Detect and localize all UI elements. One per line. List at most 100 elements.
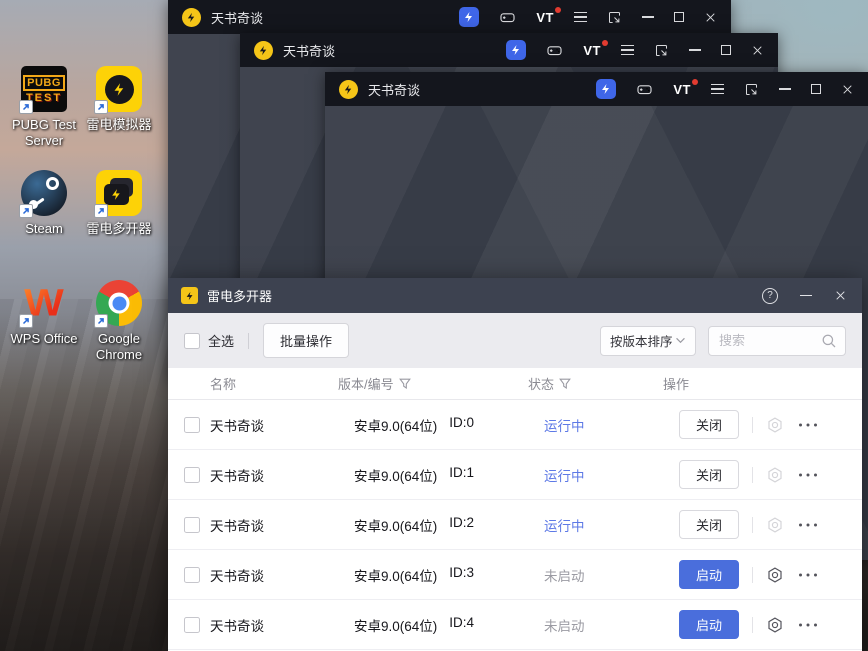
desktop-icon-label: Google Chrome xyxy=(95,331,143,363)
wps-office-icon: W xyxy=(19,280,67,328)
desktop-icon-google-chrome[interactable]: Google Chrome xyxy=(75,280,163,364)
instance-id: ID:3 xyxy=(449,564,475,580)
app-logo-icon xyxy=(339,79,358,99)
help-button[interactable]: ? xyxy=(762,287,778,304)
divider xyxy=(752,416,753,433)
minimize-button[interactable] xyxy=(642,16,654,18)
app-logo-icon xyxy=(254,40,273,60)
more-button[interactable] xyxy=(798,472,818,478)
pubg-icon: PUBG TEST xyxy=(19,66,67,114)
more-button[interactable] xyxy=(798,422,818,428)
instance-status: 运行中 xyxy=(544,518,585,534)
instance-row: 天书奇谈 安卓9.0(64位) ID:3 未启动 启动 xyxy=(168,550,862,600)
instance-id: ID:2 xyxy=(449,514,475,530)
instance-name: 天书奇谈 xyxy=(210,418,264,434)
more-button[interactable] xyxy=(798,622,818,628)
close-instance-button[interactable]: 关闭 xyxy=(679,460,739,489)
gamepad-icon[interactable] xyxy=(636,81,653,98)
sort-dropdown[interactable]: 按版本排序 xyxy=(600,325,696,356)
menu-icon[interactable] xyxy=(711,83,724,95)
row-checkbox[interactable] xyxy=(184,416,200,433)
multi-instance-icon[interactable] xyxy=(654,43,669,58)
close-button[interactable] xyxy=(834,289,847,302)
instance-version: 安卓9.0(64位) xyxy=(354,618,438,634)
maximize-button[interactable] xyxy=(674,12,684,22)
instance-status: 运行中 xyxy=(544,418,585,434)
notification-dot xyxy=(602,39,608,46)
desktop-wallpaper: PUBG TEST PUBG Test Server 雷电模拟器 Steam 雷… xyxy=(0,0,868,651)
titlebar[interactable]: 天书奇谈 VT xyxy=(240,33,778,67)
row-checkbox[interactable] xyxy=(184,466,200,483)
close-button[interactable] xyxy=(704,11,717,24)
divider xyxy=(248,332,250,349)
menu-icon[interactable] xyxy=(574,11,587,23)
instance-name: 天书奇谈 xyxy=(210,618,264,634)
divider xyxy=(752,566,753,583)
close-button[interactable] xyxy=(841,83,854,96)
titlebar[interactable]: 天书奇谈 VT xyxy=(325,72,868,106)
boost-icon[interactable] xyxy=(506,40,527,60)
gamepad-icon[interactable] xyxy=(546,42,563,59)
instance-row: 天书奇谈 安卓9.0(64位) ID:1 运行中 关闭 xyxy=(168,450,862,500)
chrome-icon xyxy=(94,280,142,328)
gamepad-icon[interactable] xyxy=(499,9,516,26)
start-instance-button[interactable]: 启动 xyxy=(679,560,739,589)
toolbar: 全选 批量操作 按版本排序 xyxy=(168,313,862,368)
minimize-button[interactable] xyxy=(779,88,791,90)
manager-window: 雷电多开器 ? 全选 批量操作 按版本排序 名称 xyxy=(168,278,862,651)
start-instance-button[interactable]: 启动 xyxy=(679,610,739,639)
header-status: 状态 xyxy=(528,377,555,392)
titlebar[interactable]: 天书奇谈 VT xyxy=(168,0,731,34)
settings-icon[interactable] xyxy=(766,566,784,584)
desktop-icon-ldplayer[interactable]: 雷电模拟器 xyxy=(75,66,163,133)
settings-icon[interactable] xyxy=(766,466,784,484)
batch-operations-button[interactable]: 批量操作 xyxy=(263,323,350,358)
filter-icon[interactable] xyxy=(559,378,571,390)
instance-name: 天书奇谈 xyxy=(210,518,264,534)
instance-version: 安卓9.0(64位) xyxy=(354,418,438,434)
shortcut-arrow-icon xyxy=(19,314,33,328)
vt-badge[interactable]: VT xyxy=(583,39,608,58)
window-title: 天书奇谈 xyxy=(283,43,336,59)
instance-version: 安卓9.0(64位) xyxy=(354,468,438,484)
vt-badge[interactable]: VT xyxy=(673,78,698,97)
close-button[interactable] xyxy=(751,44,764,57)
window-title: 天书奇谈 xyxy=(211,10,264,26)
settings-icon[interactable] xyxy=(766,616,784,634)
minimize-button[interactable] xyxy=(800,294,812,297)
boost-icon[interactable] xyxy=(459,7,480,27)
select-all-checkbox[interactable] xyxy=(184,332,200,349)
notification-dot xyxy=(692,78,698,85)
maximize-button[interactable] xyxy=(721,45,731,55)
filter-icon[interactable] xyxy=(399,378,411,390)
row-checkbox[interactable] xyxy=(184,566,200,583)
minimize-button[interactable] xyxy=(689,49,701,51)
close-instance-button[interactable]: 关闭 xyxy=(679,510,739,539)
row-checkbox[interactable] xyxy=(184,616,200,633)
desktop-icon-ld-multi-opener[interactable]: 雷电多开器 xyxy=(75,170,163,237)
instance-id: ID:0 xyxy=(449,414,475,430)
header-operations: 操作 xyxy=(663,377,690,392)
instance-id: ID:1 xyxy=(449,464,475,480)
menu-icon[interactable] xyxy=(621,44,634,56)
instance-id: ID:4 xyxy=(449,614,475,630)
multi-instance-icon[interactable] xyxy=(607,10,622,25)
shortcut-arrow-icon xyxy=(94,100,108,114)
titlebar[interactable]: 雷电多开器 ? xyxy=(168,278,862,313)
boost-icon[interactable] xyxy=(596,79,617,99)
desktop-icon-label: 雷电多开器 xyxy=(86,221,152,236)
instance-row: 天书奇谈 安卓9.0(64位) ID:2 运行中 关闭 xyxy=(168,500,862,550)
settings-icon[interactable] xyxy=(766,416,784,434)
app-logo-icon xyxy=(182,7,201,27)
steam-icon xyxy=(19,170,67,218)
row-checkbox[interactable] xyxy=(184,516,200,533)
more-button[interactable] xyxy=(798,522,818,528)
close-instance-button[interactable]: 关闭 xyxy=(679,410,739,439)
settings-icon[interactable] xyxy=(766,516,784,534)
multi-instance-icon[interactable] xyxy=(744,82,759,97)
desktop-icon-label: 雷电模拟器 xyxy=(86,117,152,132)
vt-badge[interactable]: VT xyxy=(536,6,561,25)
maximize-button[interactable] xyxy=(811,84,821,94)
more-button[interactable] xyxy=(798,572,818,578)
desktop-icon-label: WPS Office xyxy=(10,331,78,346)
